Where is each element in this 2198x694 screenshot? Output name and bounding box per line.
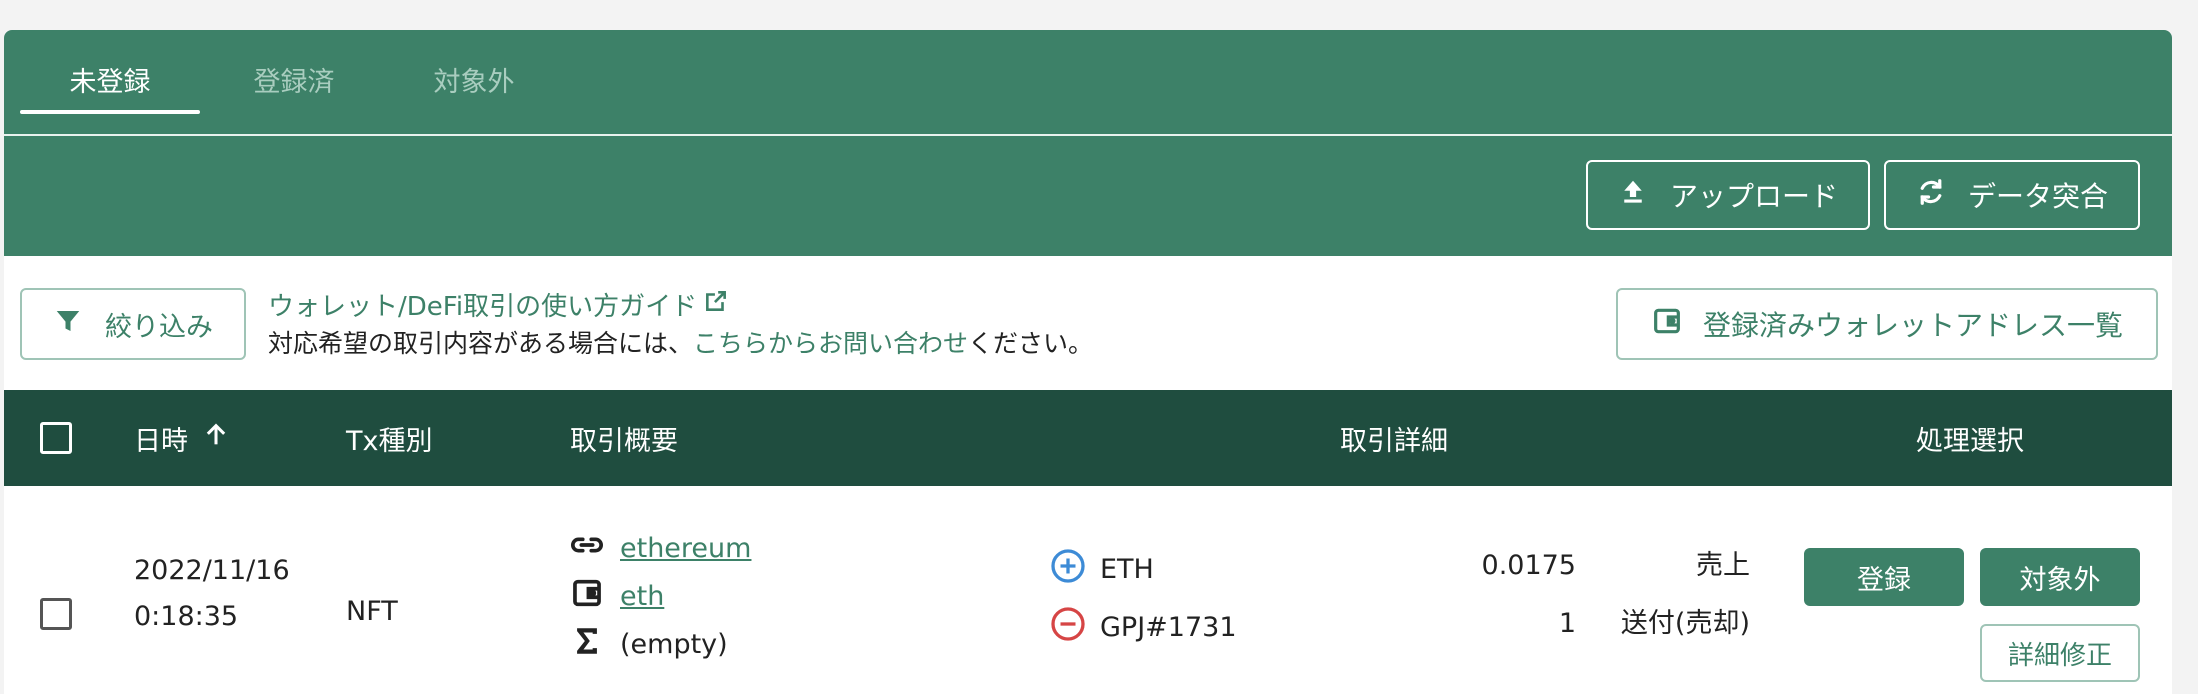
- chain-link[interactable]: ethereum: [620, 533, 751, 564]
- tab-divider: [4, 134, 2172, 136]
- upload-label: アップロード: [1669, 180, 1838, 213]
- row-chain: ethereum: [570, 528, 751, 569]
- header-datetime-label: 日時: [134, 425, 188, 457]
- active-tab-indicator: [20, 110, 200, 114]
- row-datetime: 2022/11/16 0:18:35: [134, 548, 290, 640]
- row-date: 2022/11/16: [134, 555, 290, 586]
- tab-registered[interactable]: 登録済: [240, 60, 348, 99]
- out-asset-amount: 1: [1558, 608, 1576, 639]
- sort-arrow-up-icon: [202, 421, 230, 456]
- detail-in-asset: ETH: [1050, 548, 1154, 591]
- out-asset-name: GPJ#1731: [1100, 612, 1237, 643]
- contact-note: 対応希望の取引内容がある場合には、こちらからお問い合わせください。: [268, 324, 1093, 360]
- row-tx-type: NFT: [346, 596, 398, 627]
- register-button[interactable]: 登録: [1804, 548, 1964, 606]
- contact-link[interactable]: こちらからお問い合わせ: [693, 329, 968, 358]
- reconcile-button[interactable]: データ突合: [1884, 160, 2140, 230]
- row-sum: (empty): [570, 624, 728, 665]
- row-time: 0:18:35: [134, 601, 239, 632]
- table-header: 日時 Tx種別 取引概要 取引詳細 処理選択: [4, 390, 2172, 486]
- sync-icon: [1916, 177, 1946, 214]
- top-band: 未登録 登録済 対象外 アップロード データ突合: [4, 30, 2172, 256]
- contact-suffix: ください。: [968, 329, 1094, 358]
- filter-label: 絞り込み: [105, 311, 213, 343]
- contact-prefix: 対応希望の取引内容がある場合には、: [268, 329, 694, 358]
- link-icon: [570, 528, 604, 569]
- upload-icon: [1618, 177, 1648, 214]
- out-asset-label: 送付(売却): [1620, 608, 1750, 639]
- guide-link[interactable]: ウォレット/DeFi取引の使い方ガイド: [268, 286, 729, 323]
- table-row: 2022/11/16 0:18:35 NFT ethereum eth (emp…: [4, 486, 2172, 694]
- wallet-link[interactable]: eth: [620, 581, 664, 612]
- wallet-address-list-button[interactable]: 登録済みウォレットアドレス一覧: [1616, 288, 2158, 360]
- plus-circle-icon: [1050, 548, 1086, 591]
- sum-value: (empty): [620, 629, 728, 660]
- sigma-icon: [570, 624, 604, 665]
- wallet-icon: [1651, 305, 1683, 344]
- header-summary: 取引概要: [570, 425, 678, 457]
- reconcile-label: データ突合: [1967, 180, 2108, 213]
- edit-details-button[interactable]: 詳細修正: [1980, 624, 2140, 682]
- filter-icon: [53, 306, 83, 343]
- upload-button[interactable]: アップロード: [1586, 160, 1870, 230]
- wallet-list-label: 登録済みウォレットアドレス一覧: [1702, 309, 2123, 342]
- in-asset-label: 売上: [1696, 550, 1750, 581]
- in-asset-amount: 0.0175: [1481, 550, 1576, 581]
- header-tx-type: Tx種別: [346, 425, 433, 457]
- guide-link-text: ウォレット/DeFi取引の使い方ガイド: [268, 292, 698, 322]
- in-asset-name: ETH: [1100, 554, 1154, 585]
- detail-out-asset: GPJ#1731: [1050, 606, 1237, 649]
- header-action: 処理選択: [1916, 425, 2024, 457]
- minus-circle-icon: [1050, 606, 1086, 649]
- exclude-button[interactable]: 対象外: [1980, 548, 2140, 606]
- wallet-icon: [570, 576, 604, 617]
- row-wallet: eth: [570, 576, 664, 617]
- external-link-icon: [703, 288, 729, 321]
- transaction-panel: 未登録 登録済 対象外 アップロード データ突合 絞り込み ウォレット/DeFi…: [4, 30, 2172, 694]
- select-all-cell: [40, 390, 72, 486]
- header-datetime[interactable]: 日時: [134, 390, 230, 486]
- tab-unregistered[interactable]: 未登録: [20, 60, 200, 99]
- tab-excluded[interactable]: 対象外: [420, 60, 528, 99]
- header-detail: 取引詳細: [1340, 425, 1448, 457]
- filter-button[interactable]: 絞り込み: [20, 288, 246, 360]
- select-all-checkbox[interactable]: [40, 422, 72, 454]
- row-checkbox[interactable]: [40, 598, 72, 630]
- tab-bar: 未登録 登録済 対象外: [4, 30, 2172, 134]
